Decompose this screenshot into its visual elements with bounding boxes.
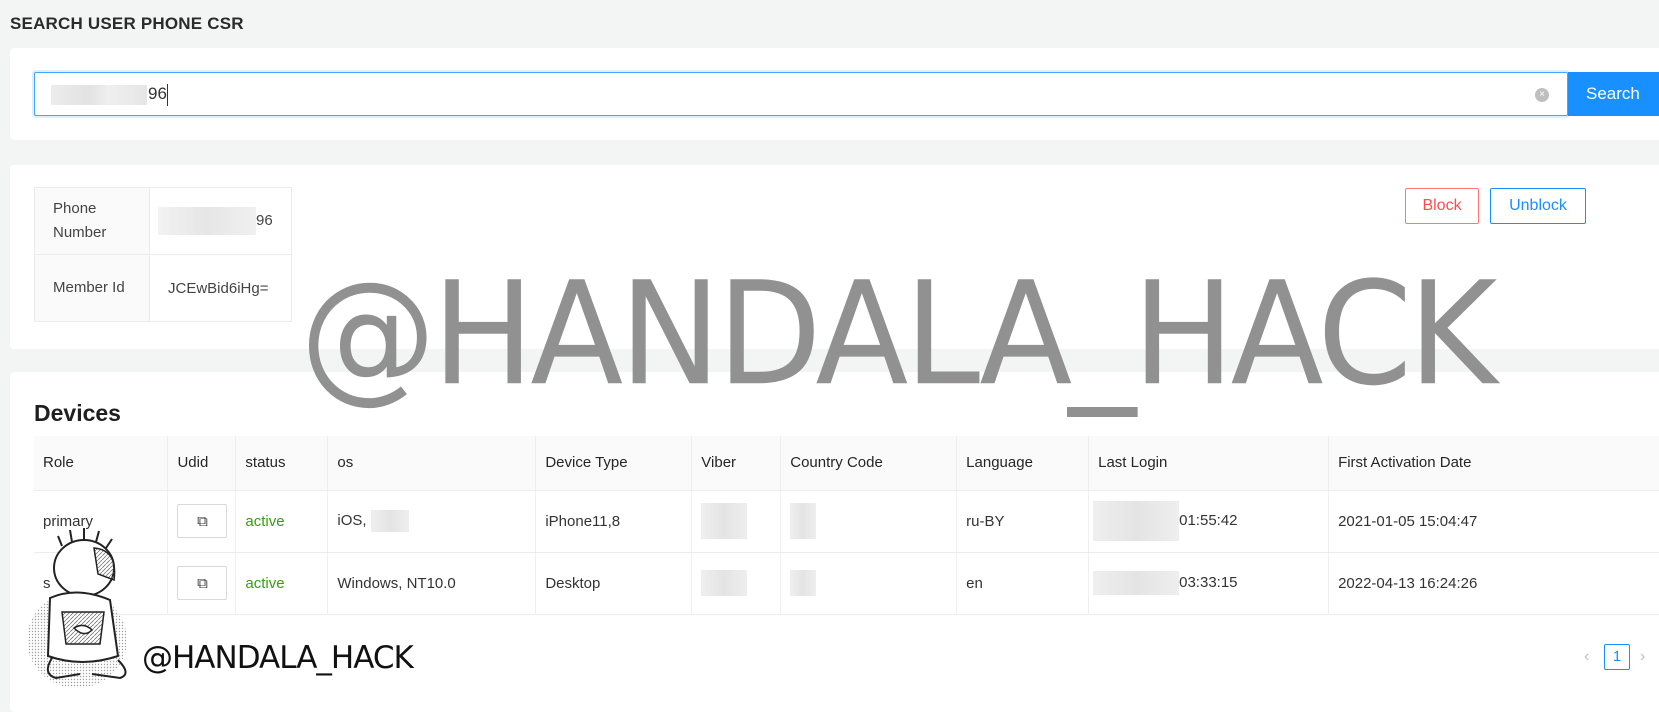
search-input[interactable]: 96 × <box>34 72 1568 116</box>
user-info-table: Phone Number 96 Member Id JCEwBid6iHg= <box>34 187 292 322</box>
cell-country-code <box>780 490 958 553</box>
redacted-mask <box>701 570 748 596</box>
redacted-mask <box>701 503 748 539</box>
cell-status: active <box>235 490 329 553</box>
search-input-value: 96 <box>148 84 167 103</box>
page-title: SEARCH USER PHONE CSR <box>10 14 244 33</box>
cell-os: Windows, NT10.0 <box>327 552 537 615</box>
col-header-country-code: Country Code <box>780 436 958 491</box>
col-header-device-type: Device Type <box>535 436 693 491</box>
unblock-button[interactable]: Unblock <box>1490 188 1586 224</box>
clear-icon[interactable]: × <box>1535 88 1549 102</box>
cell-device-type: iPhone11,8 <box>535 490 693 553</box>
redacted-mask <box>1093 571 1180 595</box>
table-row: primary ⧉ active iOS, iPhone11,8 ru-BY 0… <box>34 490 1659 553</box>
cell-status: active <box>235 552 329 615</box>
cell-os: iOS, <box>327 490 537 553</box>
col-header-viber: Viber <box>691 436 782 491</box>
phone-number-value: 96 <box>149 187 292 255</box>
pagination-next-icon[interactable]: › <box>1640 648 1645 666</box>
cell-language: ru-BY <box>956 490 1090 553</box>
cell-last-login: 01:55:42 <box>1088 490 1330 553</box>
info-row-phone: Phone Number 96 <box>34 187 292 255</box>
phone-number-label: Phone Number <box>34 187 150 255</box>
cell-viber <box>691 490 782 553</box>
redacted-mask <box>790 503 817 539</box>
col-header-language: Language <box>956 436 1090 491</box>
phone-number-suffix: 96 <box>256 211 273 229</box>
cell-first-activation: 2022-04-13 16:24:26 <box>1328 552 1659 615</box>
user-info-card: Phone Number 96 Member Id JCEwBid6iHg= B… <box>10 165 1659 349</box>
table-row: s ⧉ active Windows, NT10.0 Desktop en 03… <box>34 552 1659 615</box>
cell-device-type: Desktop <box>535 552 693 615</box>
redacted-mask <box>1093 501 1180 541</box>
devices-title: Devices <box>34 400 121 426</box>
col-header-last-login: Last Login <box>1088 436 1330 491</box>
info-row-member-id: Member Id JCEwBid6iHg= <box>34 254 292 322</box>
last-login-time: 03:33:15 <box>1179 573 1238 591</box>
search-button[interactable]: Search <box>1568 72 1659 116</box>
member-id-value: JCEwBid6iHg= <box>149 254 292 322</box>
devices-table: Role Udid status os Device Type Viber Co… <box>34 436 1659 615</box>
cell-first-activation: 2021-01-05 15:04:47 <box>1328 490 1659 553</box>
cell-viber <box>691 552 782 615</box>
cell-language: en <box>956 552 1090 615</box>
col-header-status: status <box>235 436 329 491</box>
col-header-udid: Udid <box>167 436 237 491</box>
block-button[interactable]: Block <box>1405 188 1479 224</box>
redacted-phone-mask <box>158 207 256 235</box>
redacted-mask <box>790 570 817 596</box>
member-id-label: Member Id <box>34 254 150 322</box>
copy-udid-button[interactable]: ⧉ <box>177 504 228 538</box>
last-login-time: 01:55:42 <box>1179 511 1238 529</box>
copy-icon: ⧉ <box>197 574 208 592</box>
cell-last-login: 03:33:15 <box>1088 552 1330 615</box>
handala-logo-icon <box>27 528 127 688</box>
col-header-first-activation: First Activation Date <box>1328 436 1659 491</box>
text-caret <box>167 84 168 106</box>
search-card: 96 × Search <box>10 48 1659 140</box>
table-header-row: Role Udid status os Device Type Viber Co… <box>34 436 1659 491</box>
copy-icon: ⧉ <box>197 512 208 530</box>
cell-country-code <box>780 552 958 615</box>
logo-text: @HANDALA_HACK <box>142 640 414 676</box>
cell-udid: ⧉ <box>167 490 237 553</box>
redacted-phone-mask <box>51 85 147 105</box>
os-text: iOS, <box>337 511 367 529</box>
pagination-prev-icon[interactable]: ‹ <box>1584 648 1589 666</box>
cell-udid: ⧉ <box>167 552 237 615</box>
redacted-mask <box>370 510 409 532</box>
pagination-page-1[interactable]: 1 <box>1604 644 1630 670</box>
col-header-os: os <box>327 436 537 491</box>
copy-udid-button[interactable]: ⧉ <box>177 566 228 600</box>
col-header-role: Role <box>34 436 169 491</box>
